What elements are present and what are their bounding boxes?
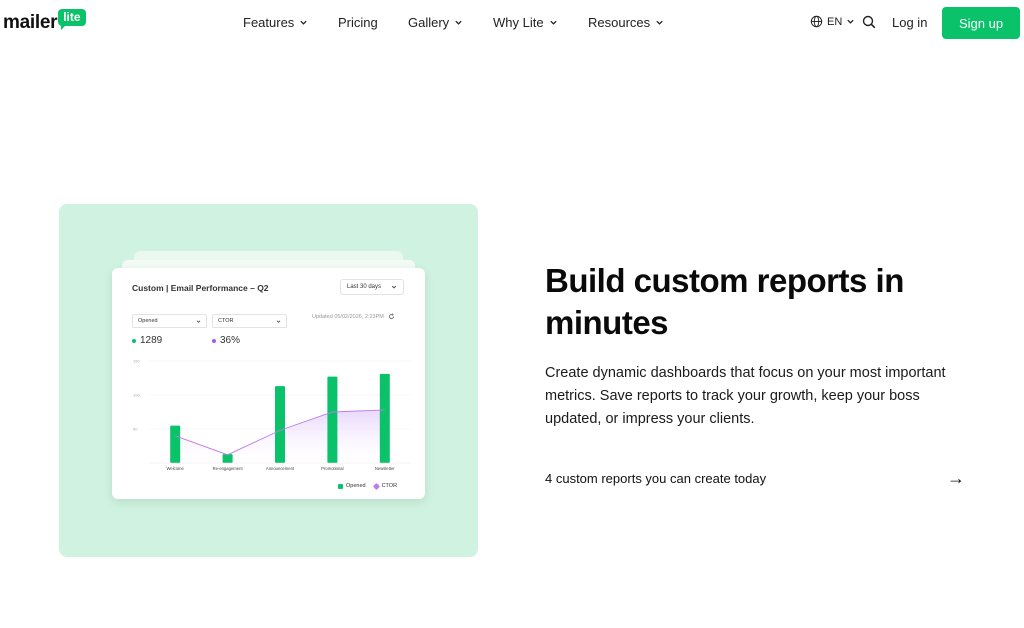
logo[interactable]: mailer lite <box>3 9 86 36</box>
chevron-down-icon <box>196 320 201 323</box>
arrow-right-icon: → <box>947 468 965 488</box>
nav-features[interactable]: Features <box>243 15 308 30</box>
search-button[interactable] <box>862 15 876 34</box>
nav-pricing-label: Pricing <box>338 15 378 30</box>
y-tick-label: 100 <box>133 393 140 398</box>
metric-opened: 1289 <box>132 335 162 346</box>
nav-resources-label: Resources <box>588 15 651 30</box>
reports-article-link-text: 4 custom reports you can create today <box>545 471 767 486</box>
performance-chart: 150 100 50 Welcome Re-engagement Announcement… <box>133 359 411 471</box>
metric-ctor: 36% <box>212 335 240 346</box>
nav-gallery[interactable]: Gallery <box>408 15 463 30</box>
opened-dot <box>132 338 136 343</box>
chart-legend: Opened CTOR <box>338 482 398 490</box>
legend-opened-swatch <box>338 483 343 489</box>
chevron-down-icon <box>549 20 557 25</box>
chevron-down-icon <box>391 285 397 289</box>
site-header: mailer lite Features Pricing Gallery Why… <box>0 0 1024 46</box>
chevron-down-icon <box>455 20 462 25</box>
nav-resources[interactable]: Resources <box>588 15 664 30</box>
dashboard-card: Custom | Email Performance – Q2 Last 30 … <box>112 268 425 499</box>
metric-opened-value: 1289 <box>140 335 163 346</box>
language-selector[interactable]: EN <box>810 15 855 28</box>
login-link[interactable]: Log in <box>892 15 927 30</box>
chevron-down-icon <box>276 320 281 323</box>
bar-re-engagement <box>222 454 233 463</box>
logo-wordmark: mailer <box>3 12 58 33</box>
legend-ctor-label: CTOR <box>381 483 398 489</box>
legend-ctor: CTOR <box>372 482 398 490</box>
date-range-label: Last 30 days <box>347 284 382 290</box>
legend-opened-label: Opened <box>346 483 366 489</box>
nav-pricing[interactable]: Pricing <box>338 15 378 30</box>
section-headline: Build custom reports in minutes <box>545 262 904 341</box>
dashboard-title: Custom | Email Performance – Q2 <box>132 283 269 293</box>
logo-badge: lite <box>58 9 86 30</box>
y-tick-label: 150 <box>133 359 140 364</box>
ctor-dot <box>212 338 216 343</box>
x-tick-label: Announcement <box>266 466 295 471</box>
bar-promotional <box>327 376 338 463</box>
y-tick-label: 50 <box>133 427 138 432</box>
metric-select-opened-label: Opened <box>138 318 158 324</box>
bar-welcome <box>170 425 181 463</box>
nav-gallery-label: Gallery <box>408 15 450 30</box>
nav-why-lite[interactable]: Why Lite <box>493 15 558 30</box>
legend-ctor-swatch <box>372 482 380 490</box>
updated-label: Updated 05/02/2026, 2:23PM <box>312 313 384 320</box>
section-body: Create dynamic dashboards that focus on … <box>545 365 946 427</box>
chevron-down-icon <box>300 20 307 25</box>
nav-why-lite-label: Why Lite <box>493 15 544 30</box>
reports-article-link[interactable]: 4 custom reports you can create today → <box>545 468 965 489</box>
bar-newsletter <box>379 373 390 463</box>
signup-button[interactable]: Sign up <box>942 7 1020 39</box>
search-icon <box>862 15 876 29</box>
updated-timestamp: Updated 05/02/2026, 2:23PM <box>312 313 395 320</box>
chevron-down-icon <box>847 19 854 24</box>
metric-ctor-value: 36% <box>220 335 241 346</box>
globe-icon <box>810 15 823 28</box>
x-tick-label: Welcome <box>167 466 185 471</box>
x-tick-label: Newsletter <box>375 466 395 471</box>
metric-select-ctor-label: CTOR <box>218 318 234 324</box>
x-tick-label: Promotional <box>321 466 343 471</box>
date-range-select: Last 30 days <box>340 279 404 295</box>
chevron-down-icon <box>656 20 663 25</box>
nav-features-label: Features <box>243 15 295 30</box>
bar-announcement <box>275 386 285 463</box>
legend-opened: Opened <box>338 483 366 489</box>
language-label: EN <box>827 15 843 28</box>
metric-select-opened: Opened <box>132 314 207 328</box>
refresh-icon <box>388 313 394 320</box>
metric-select-ctor: CTOR <box>212 314 287 328</box>
x-tick-label: Re-engagement <box>213 466 244 471</box>
